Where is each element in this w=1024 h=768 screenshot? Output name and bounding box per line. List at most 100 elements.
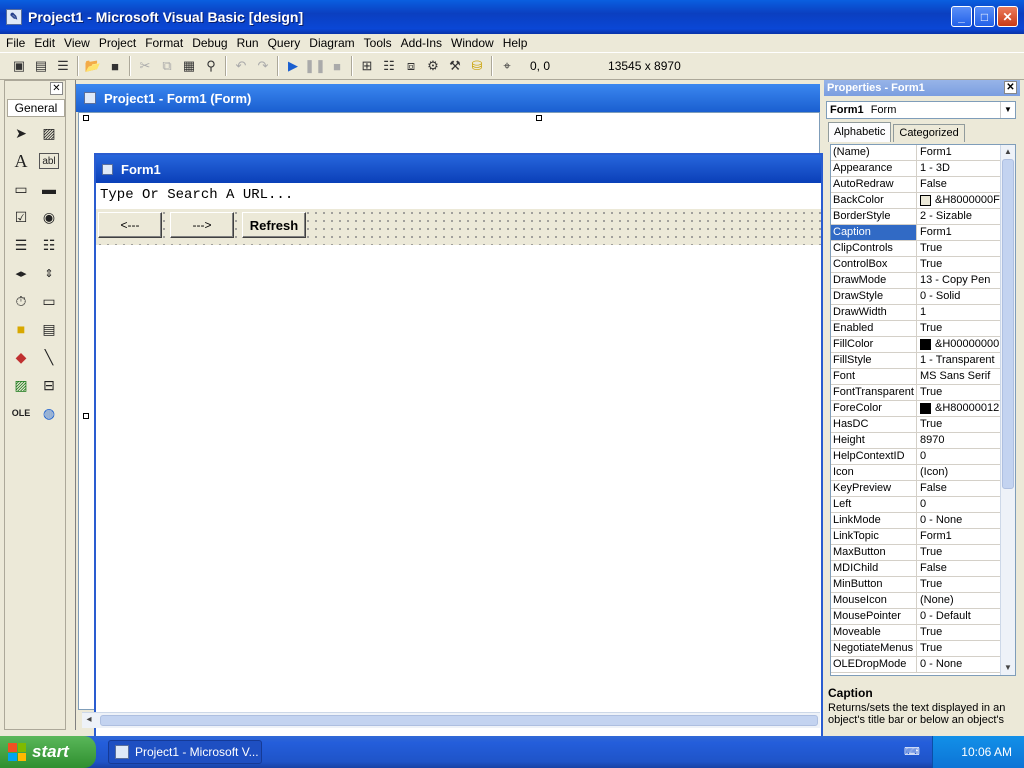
property-value[interactable]: 0 - None <box>917 513 1001 528</box>
property-row[interactable]: DrawMode 13 - Copy Pen <box>831 273 1015 289</box>
property-value[interactable]: True <box>917 385 1001 400</box>
property-name[interactable]: Font <box>831 369 917 384</box>
line-icon[interactable]: ╲ <box>37 345 61 369</box>
menu-window[interactable]: Window <box>451 36 494 50</box>
property-row[interactable]: OLEDropMode 0 - None <box>831 657 1015 673</box>
menu-query[interactable]: Query <box>268 36 301 50</box>
open-icon[interactable]: 📂 <box>82 55 104 77</box>
property-value[interactable]: Form1 <box>917 529 1001 544</box>
picturebox-icon[interactable]: ▨ <box>37 121 61 145</box>
property-row[interactable]: Left 0 <box>831 497 1015 513</box>
optionbutton-icon[interactable]: ◉ <box>37 205 61 229</box>
commandbutton-icon[interactable]: ▬ <box>37 177 61 201</box>
webbrowser-icon[interactable]: ◍ <box>37 401 61 425</box>
start-icon[interactable]: ▶ <box>282 55 304 77</box>
data-icon[interactable]: ⊟ <box>37 373 61 397</box>
property-row[interactable]: Height 8970 <box>831 433 1015 449</box>
property-row[interactable]: BackColor &H8000000F <box>831 193 1015 209</box>
menu-help[interactable]: Help <box>503 36 528 50</box>
tab-alphabetic[interactable]: Alphabetic <box>828 122 892 142</box>
property-name[interactable]: NegotiateMenus <box>831 641 917 656</box>
property-value[interactable]: Form1 <box>917 145 1001 160</box>
resize-handle[interactable] <box>536 115 542 121</box>
property-row[interactable]: HasDC True <box>831 417 1015 433</box>
redo-icon[interactable]: ↷ <box>252 55 274 77</box>
property-name[interactable]: ForeColor <box>831 401 917 416</box>
add-project-icon[interactable]: ▣ <box>8 55 30 77</box>
save-icon[interactable]: ■ <box>104 55 126 77</box>
property-value[interactable]: 0 <box>917 449 1001 464</box>
combobox-icon[interactable]: ☰ <box>9 233 33 257</box>
scroll-left-icon[interactable]: ◂ <box>82 713 96 727</box>
close-button[interactable]: ✕ <box>997 6 1018 27</box>
copy-icon[interactable]: ⧉ <box>156 55 178 77</box>
property-name[interactable]: LinkTopic <box>831 529 917 544</box>
form1-window[interactable]: Form1 Type Or Search A URL... <--- ---> … <box>94 153 823 743</box>
property-value[interactable]: 2 - Sizable <box>917 209 1001 224</box>
scroll-up-icon[interactable]: ▲ <box>1001 145 1015 159</box>
project-explorer-icon[interactable]: ⊞ <box>356 55 378 77</box>
property-value[interactable]: True <box>917 625 1001 640</box>
property-name[interactable]: Icon <box>831 465 917 480</box>
taskbar-item-vb[interactable]: Project1 - Microsoft V... <box>108 740 262 764</box>
property-value[interactable]: 8970 <box>917 433 1001 448</box>
property-value[interactable]: True <box>917 257 1001 272</box>
property-row[interactable]: Caption Form1 <box>831 225 1015 241</box>
form1-client-area[interactable]: Type Or Search A URL... <--- ---> Refres… <box>96 183 821 741</box>
property-name[interactable]: BackColor <box>831 193 917 208</box>
property-row[interactable]: LinkMode 0 - None <box>831 513 1015 529</box>
property-value[interactable]: 1 - Transparent <box>917 353 1001 368</box>
menu-add-ins[interactable]: Add-Ins <box>401 36 442 50</box>
property-value[interactable]: 0 - Solid <box>917 289 1001 304</box>
menu-debug[interactable]: Debug <box>192 36 227 50</box>
property-value[interactable]: (None) <box>917 593 1001 608</box>
property-name[interactable]: (Name) <box>831 145 917 160</box>
cut-icon[interactable]: ✂ <box>134 55 156 77</box>
property-row[interactable]: DrawStyle 0 - Solid <box>831 289 1015 305</box>
property-value[interactable]: &H00000000 <box>917 337 1001 352</box>
property-row[interactable]: AutoRedraw False <box>831 177 1015 193</box>
filelistbox-icon[interactable]: ▤ <box>37 317 61 341</box>
property-name[interactable]: AutoRedraw <box>831 177 917 192</box>
property-name[interactable]: MousePointer <box>831 609 917 624</box>
property-name[interactable]: Height <box>831 433 917 448</box>
property-value[interactable]: True <box>917 577 1001 592</box>
property-value[interactable]: 1 <box>917 305 1001 320</box>
pointer-icon[interactable]: ➤ <box>9 121 33 145</box>
designer-horizontal-scrollbar[interactable]: ◂ <box>82 712 820 728</box>
property-row[interactable]: Font MS Sans Serif <box>831 369 1015 385</box>
menu-diagram[interactable]: Diagram <box>309 36 354 50</box>
property-value[interactable]: &H8000000F <box>917 193 1001 208</box>
end-icon[interactable]: ■ <box>326 55 348 77</box>
menu-editor-icon[interactable]: ☰ <box>52 55 74 77</box>
property-row[interactable]: (Name) Form1 <box>831 145 1015 161</box>
frame-icon[interactable]: ▭ <box>9 177 33 201</box>
property-name[interactable]: LinkMode <box>831 513 917 528</box>
property-name[interactable]: ControlBox <box>831 257 917 272</box>
property-row[interactable]: MouseIcon (None) <box>831 593 1015 609</box>
property-name[interactable]: ClipControls <box>831 241 917 256</box>
minimize-button[interactable]: _ <box>951 6 972 27</box>
property-row[interactable]: NegotiateMenus True <box>831 641 1015 657</box>
resize-handle[interactable] <box>83 413 89 419</box>
timer-icon[interactable]: ⏱ <box>9 289 33 313</box>
object-browser-icon[interactable]: ⚙ <box>422 55 444 77</box>
property-row[interactable]: FillColor &H00000000 <box>831 337 1015 353</box>
property-name[interactable]: MinButton <box>831 577 917 592</box>
property-value[interactable]: 0 - None <box>917 657 1001 672</box>
property-row[interactable]: FillStyle 1 - Transparent <box>831 353 1015 369</box>
toolbox-general-tab[interactable]: General <box>7 99 65 117</box>
textbox-icon[interactable]: abl <box>39 153 59 169</box>
property-name[interactable]: Enabled <box>831 321 917 336</box>
data-view-icon[interactable]: ⛁ <box>466 55 488 77</box>
scrollbar-thumb[interactable] <box>100 715 818 726</box>
property-name[interactable]: HelpContextID <box>831 449 917 464</box>
property-name[interactable]: Caption <box>831 225 917 240</box>
tab-categorized[interactable]: Categorized <box>893 124 965 142</box>
property-row[interactable]: LinkTopic Form1 <box>831 529 1015 545</box>
property-grid-scrollbar[interactable]: ▲ ▼ <box>1000 145 1015 675</box>
menu-project[interactable]: Project <box>99 36 136 50</box>
url-textbox[interactable]: Type Or Search A URL... <box>98 185 818 205</box>
menu-format[interactable]: Format <box>145 36 183 50</box>
dirlistbox-icon[interactable]: ■ <box>9 317 33 341</box>
